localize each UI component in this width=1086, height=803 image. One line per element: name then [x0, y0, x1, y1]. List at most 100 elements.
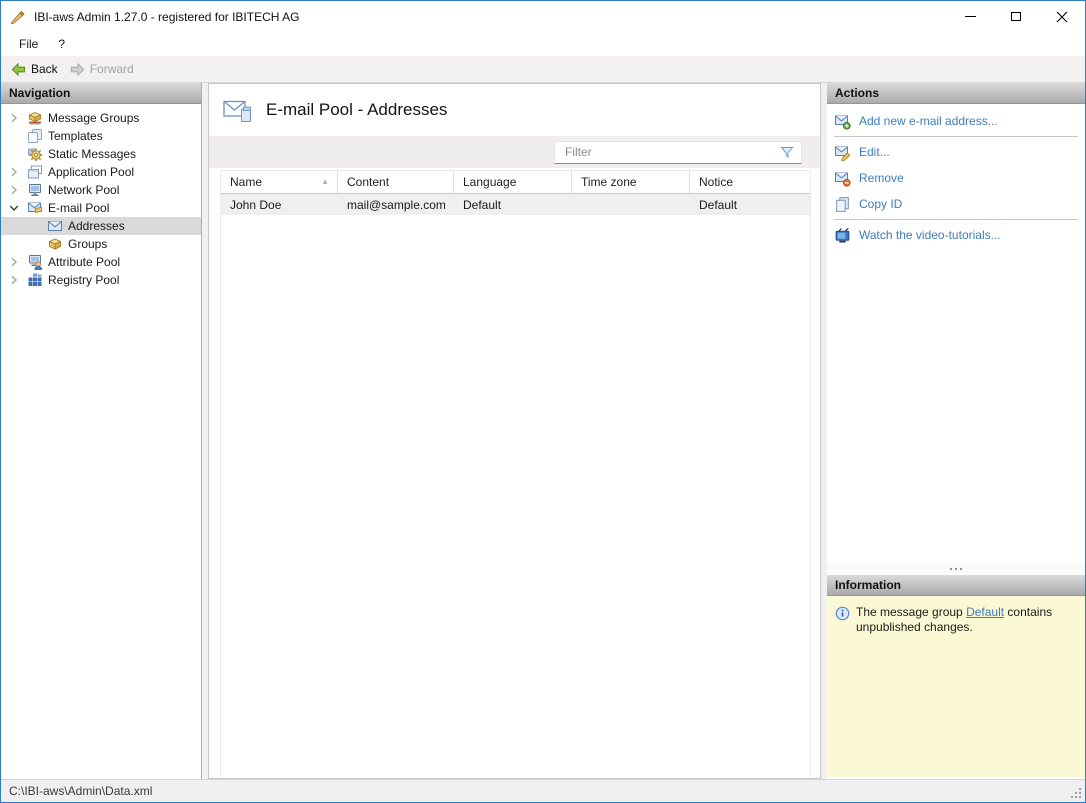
- forward-arrow-icon: [70, 62, 84, 76]
- back-button[interactable]: Back: [6, 59, 65, 80]
- table-header-row: Name ▲ Content Language Time zone Notice: [221, 170, 810, 194]
- information-header: Information: [827, 575, 1085, 596]
- copy-icon: [834, 196, 851, 213]
- sidebar-item-registry-pool[interactable]: Registry Pool: [1, 271, 201, 289]
- column-header-label: Content: [347, 175, 390, 189]
- sidebar-item-label: Templates: [48, 129, 103, 143]
- navigation-header: Navigation: [1, 83, 201, 104]
- information-panel: The message group Default contains unpub…: [827, 596, 1085, 777]
- envelope-page-icon: [223, 97, 254, 124]
- envelope-remove-icon: [834, 170, 851, 187]
- actions-list: Add new e-mail address... Edit... Remove Co…: [827, 104, 1085, 563]
- menu-file[interactable]: File: [9, 34, 48, 54]
- resize-grip-icon[interactable]: [1070, 787, 1083, 800]
- sidebar-item-label: Network Pool: [48, 183, 120, 197]
- chevron-right-icon[interactable]: [9, 185, 27, 195]
- panel-splitter[interactable]: [827, 563, 1085, 575]
- action-copy-id[interactable]: Copy ID: [827, 191, 1085, 217]
- action-label: Watch the video-tutorials...: [859, 228, 1001, 242]
- app-window: IBI-aws Admin 1.27.0 - registered for IB…: [0, 0, 1086, 803]
- back-label: Back: [31, 62, 58, 76]
- chevron-right-icon[interactable]: [9, 167, 27, 177]
- filter-strip: [209, 136, 820, 168]
- table-row[interactable]: John Doe mail@sample.com Default Default: [221, 194, 810, 215]
- menu-help[interactable]: ?: [48, 34, 75, 54]
- column-header-language[interactable]: Language: [454, 171, 572, 193]
- sidebar-item-addresses[interactable]: Addresses: [1, 217, 201, 235]
- forward-label: Forward: [89, 62, 134, 76]
- column-header-name[interactable]: Name ▲: [221, 171, 338, 193]
- chevron-right-icon[interactable]: [9, 275, 27, 285]
- message-group-link[interactable]: Default: [966, 605, 1004, 619]
- column-header-time-zone[interactable]: Time zone: [572, 171, 690, 193]
- sidebar-item-templates[interactable]: Templates: [1, 127, 201, 145]
- app-icon: [10, 9, 26, 25]
- actions-separator: [834, 136, 1078, 137]
- column-header-content[interactable]: Content: [338, 171, 454, 193]
- sidebar-item-label: Attribute Pool: [48, 255, 121, 269]
- toolbar: Back Forward: [1, 56, 1085, 83]
- minimize-button[interactable]: [947, 1, 993, 32]
- chevron-right-icon[interactable]: [9, 113, 27, 123]
- sidebar-item-label: Registry Pool: [48, 273, 120, 287]
- filter-input[interactable]: [555, 145, 779, 159]
- templates-icon: [27, 128, 43, 144]
- filter-box: [554, 140, 802, 164]
- sidebar-item-groups[interactable]: Groups: [1, 235, 201, 253]
- maximize-icon: [1011, 12, 1021, 21]
- action-label: Remove: [859, 171, 904, 185]
- actions-separator: [834, 219, 1078, 220]
- chevron-down-icon[interactable]: [9, 203, 27, 213]
- maximize-button[interactable]: [993, 1, 1039, 32]
- info-icon: [835, 606, 850, 621]
- column-header-notice[interactable]: Notice: [690, 171, 810, 193]
- window-controls: [947, 1, 1085, 32]
- column-header-label: Notice: [699, 175, 734, 189]
- sidebar-item-network-pool[interactable]: Network Pool: [1, 181, 201, 199]
- main-area: Navigation Message Groups Templates Static…: [1, 83, 1085, 779]
- network-pool-icon: [27, 182, 43, 198]
- navigation-panel: Navigation Message Groups Templates Static…: [1, 83, 202, 779]
- action-remove[interactable]: Remove: [827, 165, 1085, 191]
- sidebar-item-e-mail-pool[interactable]: E-mail Pool: [1, 199, 201, 217]
- envelope-icon: [47, 218, 63, 234]
- menu-bar: File ?: [1, 32, 1085, 56]
- email-pool-icon: [27, 200, 43, 216]
- registry-pool-icon: [27, 272, 43, 288]
- table-cell: mail@sample.com: [347, 197, 446, 212]
- actions-header: Actions: [827, 83, 1085, 104]
- attribute-pool-icon: [27, 254, 43, 270]
- chevron-right-icon[interactable]: [9, 257, 27, 267]
- information-message: The message group Default contains unpub…: [856, 605, 1077, 635]
- column-header-label: Name: [230, 175, 263, 189]
- static-messages-icon: [27, 146, 43, 162]
- application-pool-icon: [27, 164, 43, 180]
- action-watch-the-video-tutorials[interactable]: Watch the video-tutorials...: [827, 222, 1085, 248]
- close-icon: [1056, 11, 1068, 22]
- sidebar-item-label: Groups: [68, 237, 108, 251]
- close-button[interactable]: [1039, 1, 1085, 32]
- page-title: E-mail Pool - Addresses: [266, 100, 448, 119]
- envelope-edit-icon: [834, 144, 851, 161]
- minimize-icon: [964, 16, 976, 17]
- sidebar-item-message-groups[interactable]: Message Groups: [1, 109, 201, 127]
- info-text-before: The message group: [856, 605, 967, 619]
- content-panel: E-mail Pool - Addresses Name ▲ Content Lang…: [208, 83, 821, 779]
- forward-button[interactable]: Forward: [65, 59, 141, 80]
- column-header-label: Time zone: [581, 175, 637, 189]
- sidebar-item-application-pool[interactable]: Application Pool: [1, 163, 201, 181]
- action-edit[interactable]: Edit...: [827, 139, 1085, 165]
- message-groups-icon: [27, 110, 43, 126]
- sidebar-item-static-messages[interactable]: Static Messages: [1, 145, 201, 163]
- sidebar-item-label: Static Messages: [48, 147, 137, 161]
- action-add-new-e-mail-address[interactable]: Add new e-mail address...: [827, 108, 1085, 134]
- right-panel: Actions Add new e-mail address... Edit...…: [827, 83, 1085, 779]
- table-cell: John Doe: [230, 197, 282, 212]
- table-cell: Default: [463, 197, 502, 212]
- window-title: IBI-aws Admin 1.27.0 - registered for IB…: [34, 9, 300, 24]
- sidebar-item-attribute-pool[interactable]: Attribute Pool: [1, 253, 201, 271]
- filter-funnel-icon[interactable]: [779, 144, 795, 160]
- envelope-add-icon: [834, 113, 851, 130]
- column-header-label: Language: [463, 175, 517, 189]
- table-body: John Doe mail@sample.com Default Default: [221, 194, 810, 215]
